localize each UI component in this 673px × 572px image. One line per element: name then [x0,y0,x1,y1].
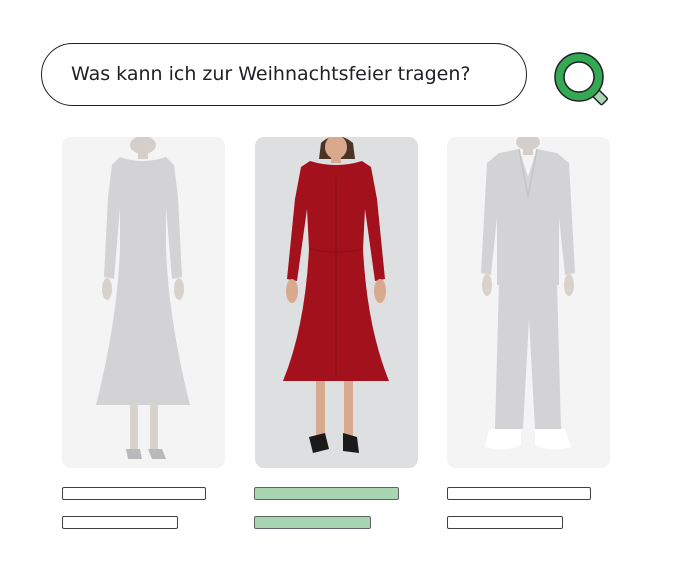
search-bar[interactable]: Was kann ich zur Weihnachtsfeier tragen? [41,43,527,106]
search-query-text: Was kann ich zur Weihnachtsfeier tragen? [71,63,471,85]
text-placeholder-bar [62,516,178,529]
faded-dress-image [96,137,190,459]
result-card-3[interactable] [447,137,610,468]
result-card-2[interactable] [255,137,418,468]
search-button[interactable] [548,48,618,112]
text-placeholder-bar [62,487,206,500]
text-placeholder-bar [447,487,591,500]
red-dress-image [283,137,389,453]
search-icon [554,52,609,106]
faded-suit-image [481,137,575,450]
selected-text-placeholder-bar [254,487,399,500]
text-placeholder-bar [447,516,563,529]
result-card-1[interactable] [62,137,225,468]
selected-text-placeholder-bar [254,516,371,529]
